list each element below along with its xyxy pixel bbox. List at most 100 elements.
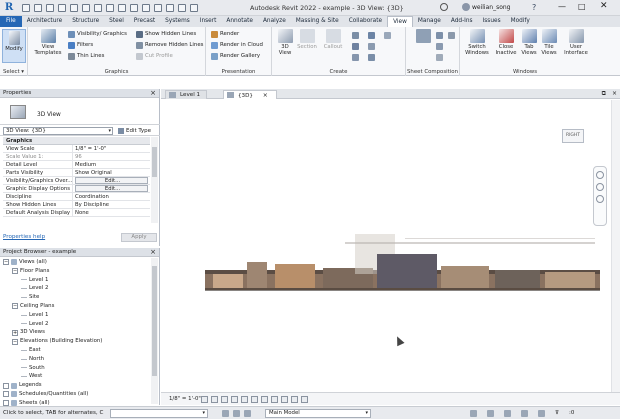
property-edit-button[interactable]: Edit... (75, 177, 148, 184)
zoom-icon[interactable] (596, 183, 604, 191)
plan-views-button[interactable] (352, 30, 359, 40)
tab-systems[interactable]: Systems (160, 16, 195, 27)
user-interface-button[interactable]: User Interface (564, 29, 588, 56)
remove-hidden-lines-button[interactable]: Remove Hidden Lines (136, 40, 203, 50)
tab-add-ins[interactable]: Add-Ins (446, 16, 478, 27)
drafting-view-button[interactable] (352, 52, 359, 62)
steering-wheel-icon[interactable] (596, 171, 604, 179)
callout-button[interactable]: Callout (322, 29, 344, 50)
section-icon[interactable] (154, 4, 162, 12)
text-icon[interactable] (130, 4, 138, 12)
collapse-icon[interactable]: − (12, 303, 18, 310)
modify-button[interactable]: Modify (2, 29, 26, 63)
tab-structure[interactable]: Structure (67, 16, 104, 27)
view-cube[interactable]: RIGHT (562, 129, 584, 143)
tab-massing-site[interactable]: Massing & Site (291, 16, 344, 27)
scrollbar-thumb[interactable] (152, 147, 157, 177)
point-cloud-model[interactable] (205, 224, 600, 299)
expand-icon[interactable]: + (12, 329, 18, 336)
detail-level-icon[interactable] (201, 396, 208, 403)
collapse-icon[interactable]: − (12, 338, 18, 345)
property-value[interactable]: 1/8" = 1'-0" (73, 145, 150, 152)
sync-icon[interactable] (46, 4, 54, 12)
tab-architecture[interactable]: Architecture (22, 16, 68, 27)
select-panel-title[interactable]: Select ▾ (0, 69, 27, 75)
tab-file[interactable]: File (0, 16, 22, 27)
filters-button[interactable]: Filters (68, 40, 93, 50)
properties-help-link[interactable]: Properties help (3, 234, 45, 240)
browser-tree-item[interactable]: East (0, 346, 150, 355)
measure-icon[interactable] (94, 4, 102, 12)
view-templates-button[interactable]: View Templates (34, 29, 62, 56)
close-view-icon[interactable]: × (612, 89, 617, 99)
property-edit-button[interactable]: Edit... (75, 185, 148, 192)
close-hidden-windows-icon[interactable] (178, 4, 186, 12)
close-tab-icon[interactable]: × (263, 92, 268, 99)
redo-icon[interactable] (70, 4, 78, 12)
print-icon[interactable] (82, 4, 90, 12)
render-button[interactable]: Render (211, 29, 239, 39)
collapse-icon[interactable] (3, 391, 9, 398)
crop-region-icon[interactable] (261, 396, 268, 403)
crop-view-icon[interactable] (251, 396, 258, 403)
browser-tree-item[interactable]: − Ceiling Plans (0, 302, 150, 311)
browser-tree-item[interactable]: Level 2 (0, 320, 150, 329)
close-icon[interactable]: × (150, 89, 156, 98)
tab-collaborate[interactable]: Collaborate (344, 16, 387, 27)
elevation-button[interactable] (352, 41, 359, 51)
cut-profile-button[interactable]: Cut Profile (136, 51, 173, 61)
browser-tree-item[interactable]: South (0, 364, 150, 373)
tab-issues[interactable]: Issues (478, 16, 506, 27)
canvas-scrollbar[interactable] (611, 100, 620, 392)
render-dialog-icon[interactable] (241, 396, 248, 403)
select-pinned-icon[interactable] (504, 410, 511, 417)
reveal-hidden-icon[interactable] (291, 396, 298, 403)
visibility-graphics-button[interactable]: Visibility/ Graphics (68, 29, 127, 39)
schedules-button[interactable] (368, 52, 375, 62)
matchline-button[interactable] (448, 30, 455, 40)
render-gallery-button[interactable]: Render Gallery (211, 51, 260, 61)
tab-modify[interactable]: Modify (506, 16, 535, 27)
property-group-graphics[interactable]: Graphics (3, 137, 150, 145)
thin-lines-icon[interactable] (166, 4, 174, 12)
title-block-button[interactable] (436, 30, 443, 40)
minimize-button[interactable]: — (558, 2, 566, 11)
editable-only-icon[interactable] (233, 410, 240, 417)
view-tab-level-1[interactable]: Level 1 (165, 90, 208, 99)
drag-on-selection-icon[interactable] (538, 410, 545, 417)
legends-button[interactable] (368, 41, 375, 51)
search-icon[interactable] (440, 3, 448, 11)
property-value[interactable]: Coordination (73, 193, 150, 200)
show-hidden-lines-button[interactable]: Show Hidden Lines (136, 29, 196, 39)
maximize-button[interactable]: □ (578, 2, 586, 11)
tab-view[interactable]: View (387, 16, 413, 27)
browser-tree-item[interactable]: Schedules/Quantities (all) (0, 390, 150, 399)
lock-3d-view-icon[interactable] (271, 396, 278, 403)
tab-steel[interactable]: Steel (104, 16, 129, 27)
view-scale-control[interactable]: 1/8" = 1'-0" (169, 396, 201, 402)
design-option-selector[interactable]: Main Model (265, 409, 371, 418)
tab-manage[interactable]: Manage (413, 16, 446, 27)
view-tab-3d[interactable]: {3D} × (223, 90, 277, 99)
undo-icon[interactable] (58, 4, 66, 12)
tab-insert[interactable]: Insert (195, 16, 222, 27)
tab-views-button[interactable]: Tab Views (520, 29, 538, 56)
section-button[interactable]: Section (296, 29, 318, 50)
switch-windows-button[interactable]: Switch Windows (464, 29, 490, 56)
duplicate-view-button[interactable] (368, 30, 375, 40)
aligned-dimension-icon[interactable] (106, 4, 114, 12)
scrollbar-thumb[interactable] (152, 266, 157, 376)
save-icon[interactable] (34, 4, 42, 12)
close-inactive-button[interactable]: Close Inactive (494, 29, 518, 56)
3d-view-button[interactable]: 3D View (276, 29, 294, 56)
thin-lines-button[interactable]: Thin Lines (68, 51, 104, 61)
tile-views-button[interactable]: Tile Views (540, 29, 558, 56)
browser-tree-item[interactable]: West (0, 372, 150, 381)
property-value[interactable]: Medium (73, 161, 150, 168)
property-value[interactable]: None (73, 209, 150, 216)
pan-icon[interactable] (596, 195, 604, 203)
type-selector[interactable]: 3D View (0, 99, 160, 125)
workset-selector[interactable] (110, 409, 208, 418)
browser-tree-item[interactable]: − Floor Plans (0, 267, 150, 276)
revisions-button[interactable] (436, 41, 443, 51)
